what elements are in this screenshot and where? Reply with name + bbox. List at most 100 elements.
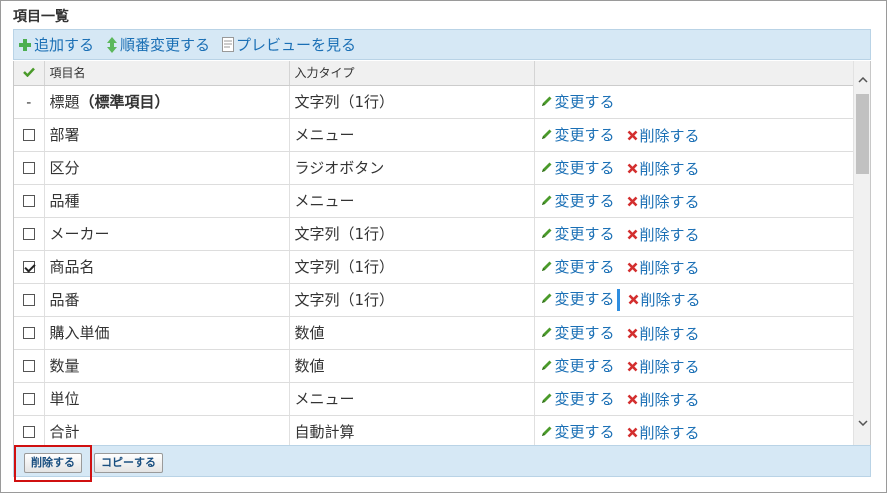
row-checkbox[interactable] — [22, 393, 35, 405]
edit-link[interactable]: 変更する — [540, 190, 615, 211]
item-name: 品番 — [49, 291, 80, 309]
copy-button[interactable]: コピーする — [94, 453, 163, 473]
delete-x-icon — [627, 130, 637, 140]
edit-link[interactable]: 変更する — [540, 256, 615, 277]
table-row: 合計 自動計算 変更する 削除する — [14, 415, 855, 445]
row-select-cell — [14, 184, 45, 218]
row-checkbox[interactable] — [22, 327, 35, 339]
delete-x-icon — [627, 427, 637, 437]
delete-label: 削除する — [639, 324, 700, 343]
table-header-row: 項目名 入力タイプ — [14, 61, 855, 86]
delete-link[interactable]: 削除する — [627, 191, 700, 212]
type-cell: メニュー — [289, 118, 535, 152]
delete-x-icon — [627, 196, 637, 206]
column-header-actions — [534, 61, 855, 86]
table-row: 商品名 文字列（1行） 変更する 削除する — [14, 250, 855, 284]
edit-link[interactable]: 変更する — [540, 322, 615, 343]
edit-link[interactable]: 変更する — [540, 124, 615, 145]
add-button[interactable]: 追加する — [18, 34, 94, 55]
edit-label: 変更する — [554, 389, 615, 408]
item-list-grid: 項目名 入力タイプ - 標題（標準項目） 文字列（1行） 変更する 部署 メニュー 変更する… — [13, 61, 871, 445]
row-checkbox[interactable] — [22, 228, 35, 240]
scroll-up-button[interactable] — [854, 71, 871, 88]
type-cell: 文字列（1行） — [289, 250, 535, 284]
reorder-button[interactable]: 順番変更する — [106, 34, 210, 55]
row-checkbox[interactable] — [22, 426, 35, 438]
type-cell: ラジオボタン — [289, 151, 535, 185]
type-cell: 文字列（1行） — [289, 85, 535, 119]
edit-link[interactable]: 変更する — [540, 91, 615, 112]
scroll-down-button[interactable] — [854, 414, 871, 431]
select-all-header[interactable] — [14, 61, 45, 86]
delete-selected-button[interactable]: 削除する — [24, 453, 82, 473]
delete-x-icon — [627, 361, 637, 371]
pencil-icon — [541, 228, 551, 238]
row-select-cell — [14, 349, 45, 383]
reorder-icon — [107, 36, 118, 53]
row-select-cell — [14, 382, 45, 416]
vertical-scrollbar[interactable] — [853, 61, 870, 445]
item-name: 区分 — [49, 159, 80, 177]
type-cell: メニュー — [289, 184, 535, 218]
delete-link[interactable]: 削除する — [627, 323, 700, 344]
row-select-cell — [14, 250, 45, 284]
actions-cell: 変更する 削除する — [534, 184, 855, 218]
edit-link[interactable]: 変更する — [540, 355, 615, 376]
edit-link[interactable]: 変更する — [540, 157, 615, 178]
table-row: 部署 メニュー 変更する 削除する — [14, 118, 855, 152]
row-checkbox[interactable] — [22, 195, 35, 207]
item-name: 部署 — [49, 126, 80, 144]
row-checkbox[interactable] — [22, 129, 35, 141]
table-row: 単位 メニュー 変更する 削除する — [14, 382, 855, 416]
preview-button[interactable]: プレビューを見る — [222, 34, 356, 55]
name-cell: 部署 — [44, 118, 290, 152]
edit-label: 変更する — [554, 289, 615, 308]
edit-link[interactable]: 変更する — [540, 388, 615, 409]
scrollbar-thumb[interactable] — [856, 94, 869, 174]
edit-link[interactable]: 変更する — [540, 421, 615, 442]
row-checkbox[interactable] — [22, 360, 35, 372]
edit-link[interactable]: 変更する — [540, 288, 615, 309]
delete-link[interactable]: 削除する — [627, 224, 700, 245]
delete-label: 削除する — [639, 390, 700, 409]
item-name: 数量 — [49, 357, 80, 375]
row-checkbox[interactable] — [22, 294, 35, 306]
row-checkbox[interactable] — [22, 261, 35, 273]
checkmark-icon — [22, 67, 35, 78]
delete-link[interactable]: 削除する — [627, 422, 700, 443]
name-cell: 単位 — [44, 382, 290, 416]
chevron-up-icon — [857, 76, 868, 83]
delete-x-icon — [627, 262, 637, 272]
preview-document-icon — [222, 37, 235, 52]
row-checkbox[interactable] — [22, 162, 35, 174]
delete-link[interactable]: 削除する — [627, 257, 700, 278]
delete-link[interactable]: 削除する — [628, 289, 701, 310]
delete-link[interactable]: 削除する — [627, 125, 700, 146]
actions-cell: 変更する 削除する — [534, 283, 855, 317]
delete-label: 削除する — [639, 258, 700, 277]
name-cell: メーカー — [44, 217, 290, 251]
delete-label: 削除する — [639, 192, 700, 211]
add-label: 追加する — [34, 36, 95, 54]
pencil-icon — [541, 195, 551, 205]
type-cell: 文字列（1行） — [289, 283, 535, 317]
name-cell: 品番 — [44, 283, 290, 317]
reorder-label: 順番変更する — [120, 36, 211, 54]
delete-label: 削除する — [639, 126, 700, 145]
delete-x-icon — [627, 328, 637, 338]
edit-link[interactable]: 変更する — [540, 223, 615, 244]
actions-cell: 変更する 削除する — [534, 349, 855, 383]
pencil-icon — [541, 129, 551, 139]
delete-link[interactable]: 削除する — [627, 389, 700, 410]
table-row: 購入単価 数値 変更する 削除する — [14, 316, 855, 350]
actions-cell: 変更する 削除する — [534, 382, 855, 416]
edit-label: 変更する — [554, 257, 615, 276]
delete-x-icon — [627, 163, 637, 173]
delete-label: 削除する — [639, 225, 700, 244]
delete-link[interactable]: 削除する — [627, 158, 700, 179]
pencil-icon — [541, 162, 551, 172]
delete-link[interactable]: 削除する — [627, 356, 700, 377]
pencil-icon — [541, 96, 551, 106]
actions-cell: 変更する 削除する — [534, 250, 855, 284]
name-cell: 標題（標準項目） — [44, 85, 290, 119]
